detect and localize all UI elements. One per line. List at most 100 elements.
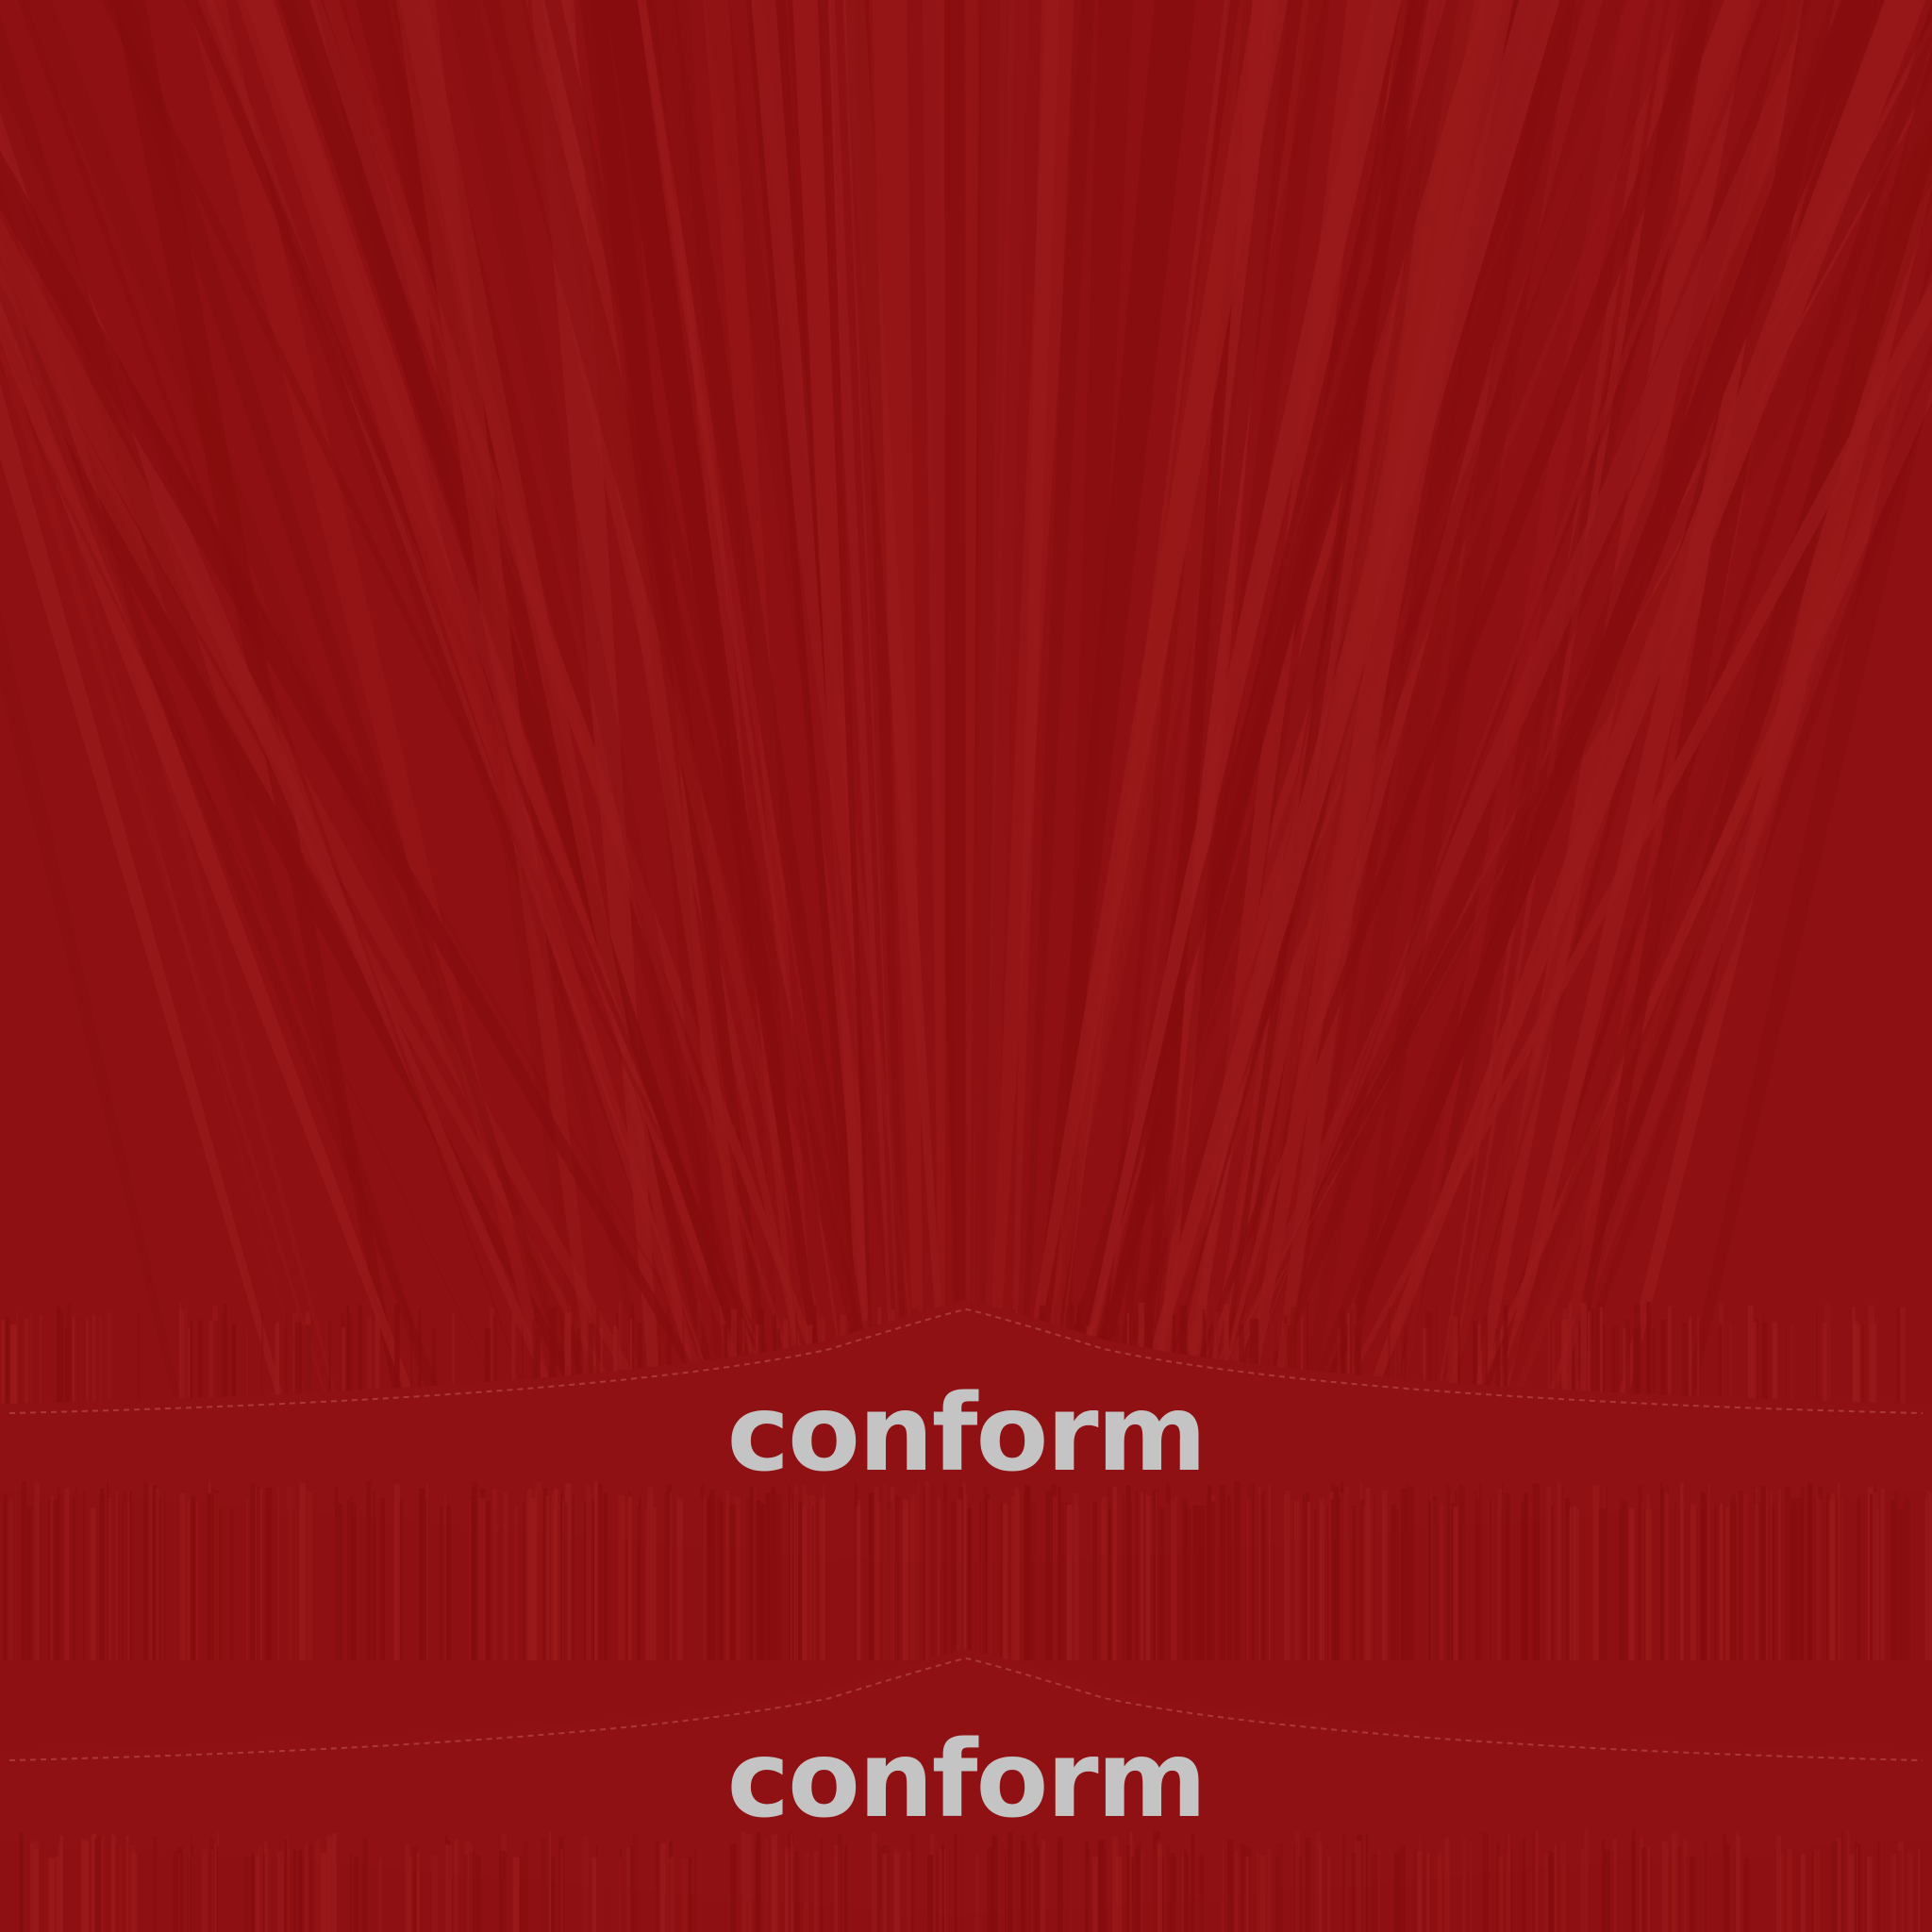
fringe-streak (1638, 1485, 1642, 1660)
fringe-streak (90, 1507, 96, 1660)
fringe-streak (969, 1503, 971, 1660)
fringe-streak (1041, 1840, 1046, 1932)
fringe-streak (107, 1482, 109, 1660)
fringe-streak (258, 1845, 263, 1932)
fringe-streak (195, 1501, 198, 1660)
fringe-streak (1476, 1499, 1479, 1660)
fringe-streak (837, 1833, 844, 1932)
fringe-streak (1366, 1508, 1373, 1660)
fringe-streak (1581, 1848, 1584, 1932)
fringe-streak (1188, 1507, 1191, 1660)
fringe-streak (645, 1507, 648, 1660)
fringe-streak (1371, 1854, 1377, 1932)
fringe-streak (1867, 1857, 1873, 1932)
fringe-streak (1734, 1505, 1737, 1660)
fringe-streak (1378, 1849, 1380, 1932)
fringe-streak (765, 1492, 771, 1660)
fringe-streak (1899, 1307, 1906, 1406)
fringe-streak (1399, 1845, 1406, 1932)
fringe-streak (790, 1507, 792, 1660)
fringe-streak (0, 1320, 6, 1406)
fringe-streak (771, 1487, 776, 1660)
fringe-streak (274, 1324, 279, 1406)
fringe-streak (647, 1497, 649, 1660)
fringe-streak (844, 1845, 848, 1932)
fringe-streak (755, 1842, 761, 1932)
fringe-streak (198, 1320, 203, 1406)
fringe-streak (1227, 1839, 1234, 1932)
fringe-streak (1800, 1487, 1805, 1660)
fringe-streak (368, 1489, 372, 1660)
fringe-streak (883, 1482, 887, 1660)
fringe-streak (745, 1834, 753, 1932)
fringe-streak (1790, 1325, 1793, 1406)
fringe-streak (1294, 1500, 1300, 1660)
fringe-streak (243, 1857, 250, 1932)
fringe-streak (1738, 1836, 1740, 1932)
fringe-streak (535, 1491, 538, 1660)
fringe-streak (1092, 1501, 1098, 1660)
fringe-streak (1747, 1306, 1754, 1406)
fringe-streak (1546, 1486, 1552, 1660)
fringe-streak (287, 1485, 292, 1660)
fringe-streak (1374, 1496, 1375, 1660)
fringe-streak (618, 1495, 625, 1660)
fringe-streak (1146, 1495, 1151, 1660)
fringe-streak (653, 1507, 657, 1660)
fringe-streak (1816, 1308, 1819, 1406)
fringe-streak (1743, 1857, 1749, 1932)
fringe-streak (81, 1839, 86, 1932)
fringe-streak (991, 1835, 998, 1932)
fringe-streak (1002, 1503, 1008, 1660)
fringe-streak (1482, 1833, 1489, 1932)
fringe-streak (99, 1316, 102, 1406)
fringe-streak (1092, 1857, 1098, 1932)
fringe-streak (1051, 1491, 1053, 1660)
fringe-streak (1801, 1854, 1806, 1932)
fringe-streak (190, 1495, 196, 1660)
fringe-streak (284, 1840, 288, 1932)
fringe-streak (717, 1497, 722, 1660)
fringe-streak (19, 1832, 24, 1932)
fringe-streak (207, 1493, 211, 1660)
fringe-streak (707, 1498, 711, 1660)
fringe-streak (338, 1504, 342, 1660)
fringe-streak (349, 1851, 352, 1932)
fringe-streak (1632, 1830, 1636, 1932)
fringe-streak (349, 1495, 353, 1660)
fringe-streak (1511, 1849, 1513, 1932)
fringe-streak (582, 1837, 589, 1932)
fringe-streak (1669, 1306, 1672, 1406)
fringe-streak (294, 1322, 302, 1406)
fringe-streak (1653, 1329, 1656, 1406)
fringe-streak (232, 1324, 236, 1406)
fringe-streak (426, 1483, 429, 1660)
fringe-streak (137, 1312, 141, 1406)
fringe-streak (1704, 1844, 1707, 1932)
fringe-streak (122, 1491, 128, 1660)
fringe-streak (788, 1485, 791, 1660)
fringe-streak (1014, 1488, 1018, 1660)
fringe-streak (1646, 1494, 1650, 1660)
fringe-streak (591, 1500, 594, 1660)
fringe-streak (1689, 1316, 1692, 1406)
fringe-streak (1641, 1848, 1646, 1932)
fringe-streak (503, 1492, 508, 1660)
fringe-streak (1880, 1489, 1885, 1660)
fringe-streak (1005, 1854, 1007, 1932)
fringe-streak (97, 1836, 101, 1932)
fringe-streak (355, 1504, 357, 1660)
fringe-streak (173, 1851, 178, 1932)
fringe-streak (177, 1853, 181, 1932)
fringe-streak (1446, 1484, 1451, 1660)
fringe-streak (636, 1507, 640, 1660)
fringe-streak (545, 1495, 550, 1660)
fringe-streak (250, 1483, 256, 1660)
fringe-streak (107, 1311, 112, 1406)
fringe-streak (1893, 1491, 1898, 1660)
fringe-streak (321, 1853, 327, 1932)
fringe-streak (378, 1857, 382, 1932)
fringe-streak (593, 1481, 598, 1660)
fringe-streak (262, 1853, 265, 1932)
fringe-streak (1219, 1485, 1226, 1660)
